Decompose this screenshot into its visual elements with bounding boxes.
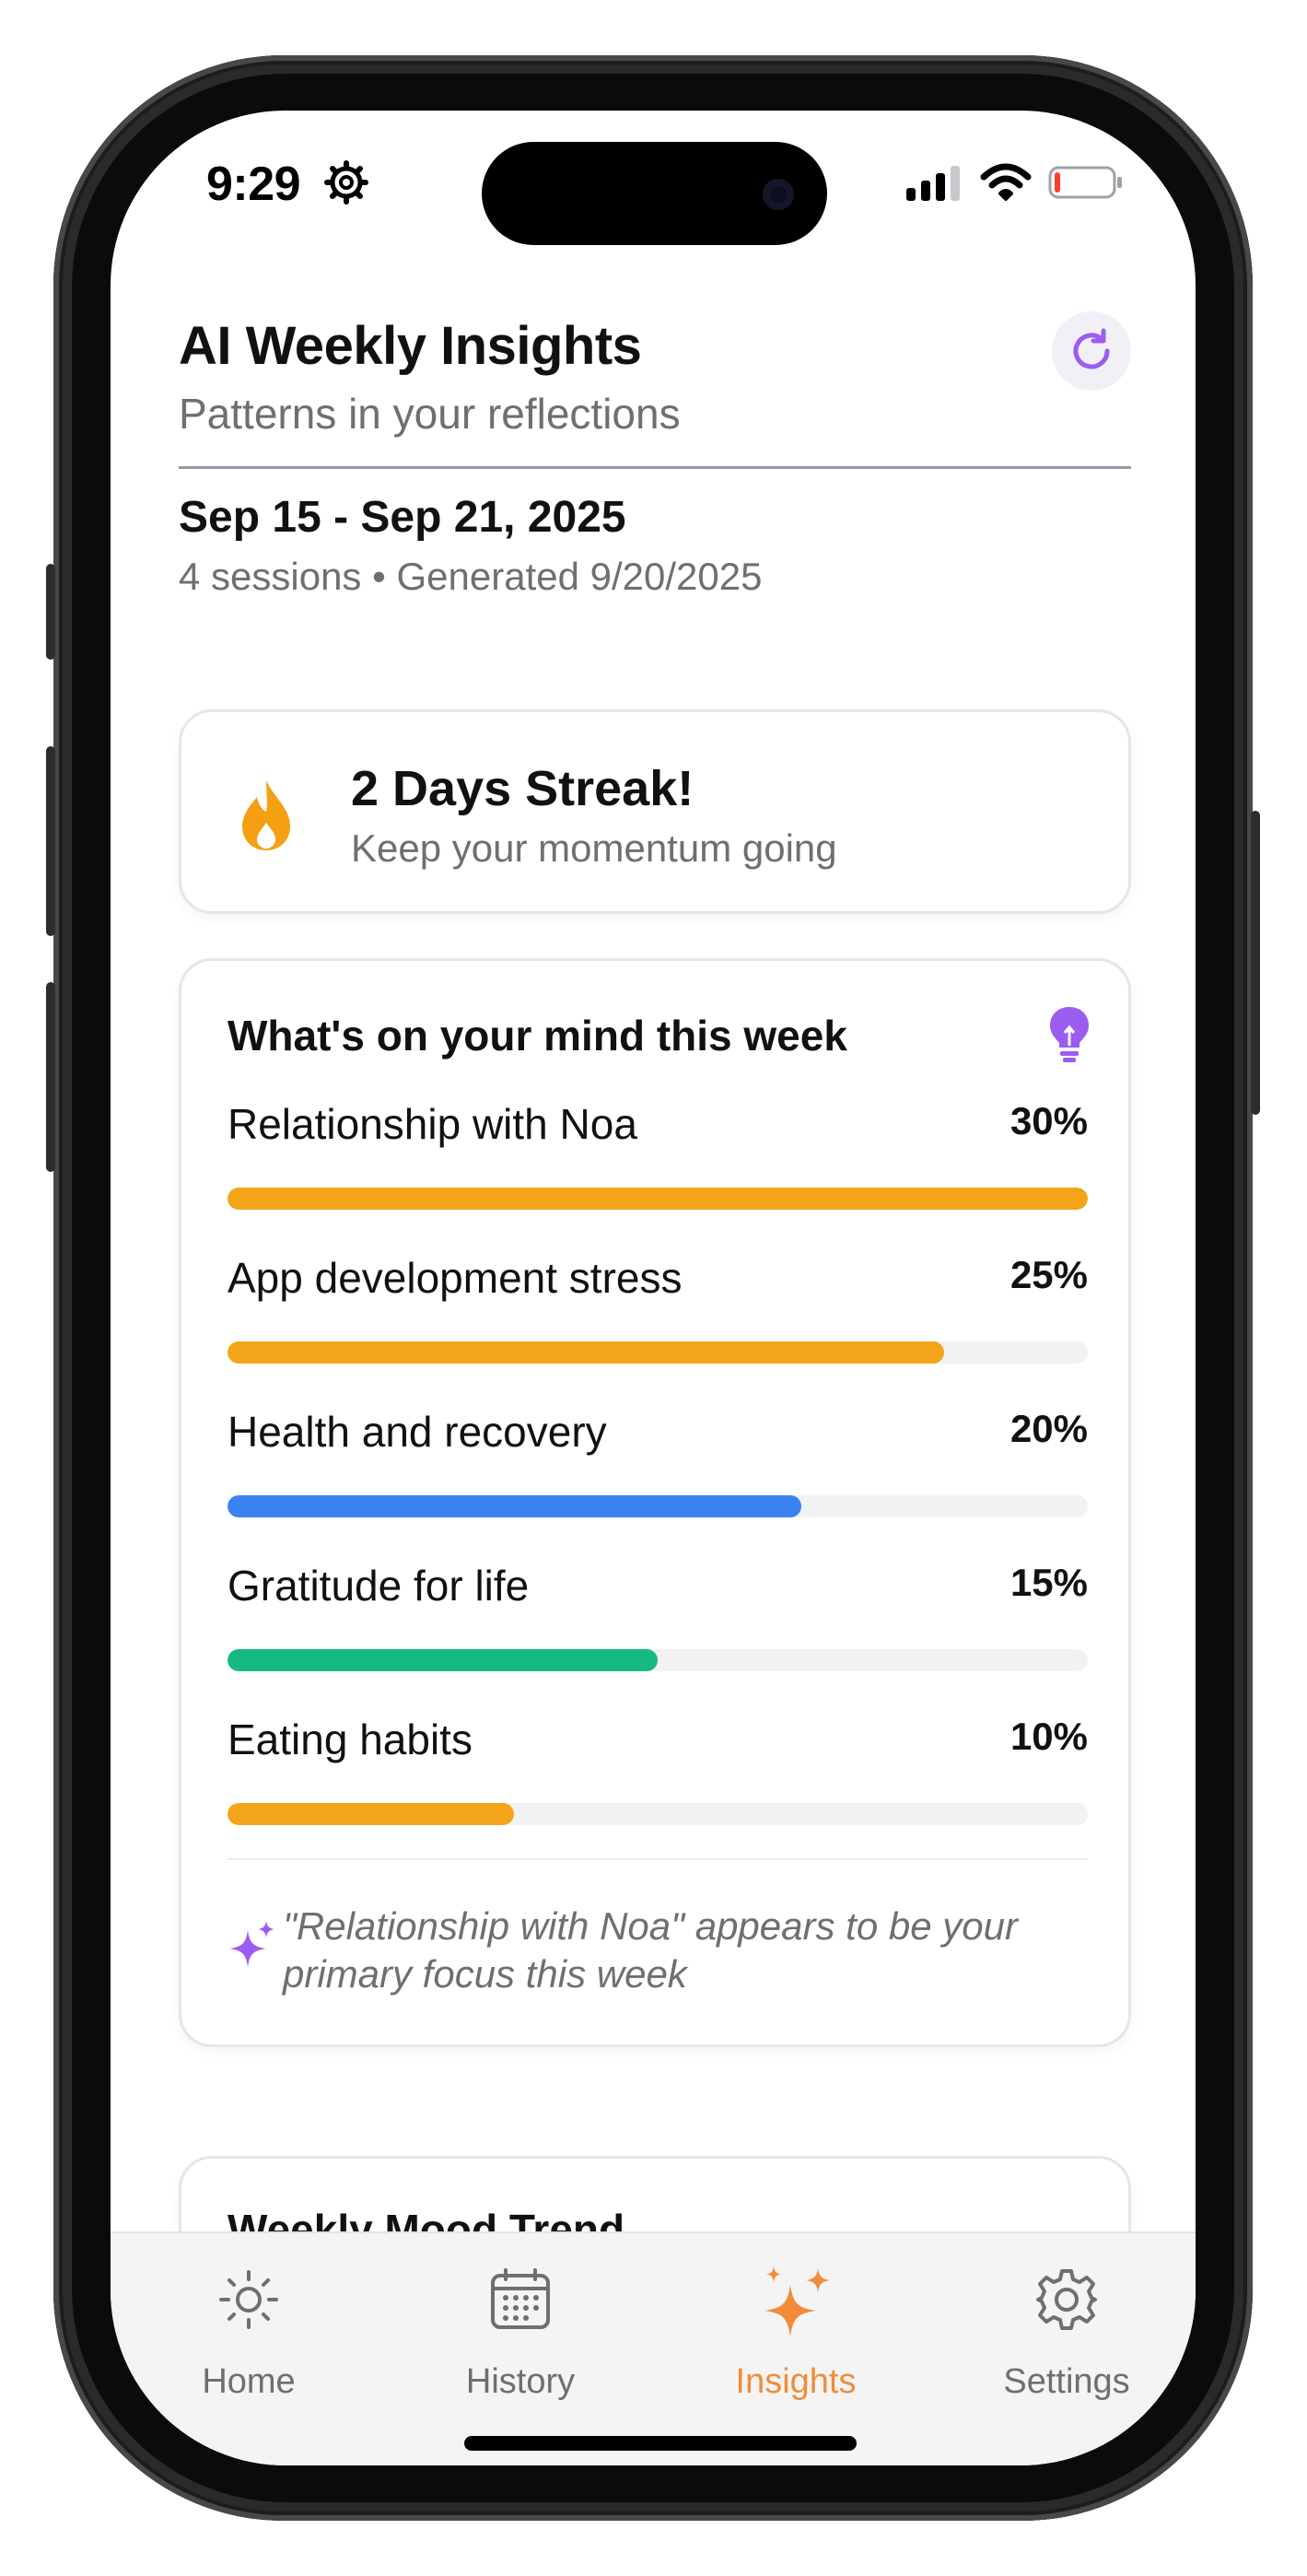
mind-card-title: What's on your mind this week: [228, 1012, 847, 1060]
topic-percent: 10%: [1009, 1715, 1088, 1758]
camera: [763, 179, 794, 210]
gear-icon: [324, 160, 368, 205]
tab-history[interactable]: History: [410, 2266, 631, 2401]
topic-label: App development stress: [228, 1254, 683, 1302]
gear-icon: [1036, 2269, 1097, 2330]
sparkles-icon: [229, 1921, 274, 1967]
lightbulb-icon: [1050, 1007, 1089, 1062]
progress-track: [228, 1341, 1088, 1364]
progress-track: [228, 1188, 1088, 1210]
focus-note: "Relationship with Noa" appears to be yo…: [283, 1904, 1018, 1996]
header-divider: [179, 466, 1131, 469]
flame-icon: [242, 780, 290, 850]
volume-up-button: [46, 746, 55, 936]
tab-bar: Home History Insights Settings: [111, 2231, 1196, 2465]
card-divider: [228, 1858, 1088, 1860]
refresh-icon: [1073, 328, 1110, 369]
topic-row: Gratitude for life 15%: [228, 1561, 1088, 1680]
refresh-button[interactable]: [1052, 311, 1131, 391]
power-button: [1251, 811, 1260, 1115]
tab-label: Settings: [1003, 2362, 1130, 2401]
sessions-meta: 4 sessions • Generated 9/20/2025: [179, 555, 763, 598]
topic-row: App development stress 25%: [228, 1253, 1088, 1373]
topic-label: Relationship with Noa: [228, 1100, 637, 1148]
calendar-icon: [491, 2268, 550, 2329]
topic-row: Relationship with Noa 30%: [228, 1099, 1088, 1219]
page-title: AI Weekly Insights: [179, 316, 642, 376]
page-subtitle: Patterns in your reflections: [179, 390, 681, 438]
streak-title: 2 Days Streak!: [351, 761, 694, 816]
tab-insights[interactable]: Insights: [685, 2266, 906, 2401]
topic-label: Gratitude for life: [228, 1562, 530, 1610]
progress-fill: [228, 1649, 658, 1671]
progress-track: [228, 1495, 1088, 1517]
status-time: 9:29: [206, 158, 301, 211]
progress-track: [228, 1803, 1088, 1825]
topic-label: Eating habits: [228, 1715, 473, 1763]
tab-settings[interactable]: Settings: [956, 2266, 1177, 2401]
topic-row: Health and recovery 20%: [228, 1407, 1088, 1527]
progress-track: [228, 1649, 1088, 1671]
progress-fill: [228, 1188, 1088, 1210]
battery-icon: [1048, 166, 1122, 199]
cellular-signal-icon: [906, 166, 960, 201]
progress-fill: [228, 1803, 515, 1825]
screen: 9:29 AI Weekly Insights Patterns in your…: [111, 111, 1196, 2465]
progress-fill: [228, 1495, 801, 1517]
mind-card: What's on your mind this week Relationsh…: [179, 958, 1131, 2047]
progress-fill: [228, 1341, 945, 1364]
dynamic-island: [482, 142, 827, 245]
topic-percent: 25%: [1009, 1253, 1088, 1296]
wifi-icon: [980, 163, 1032, 201]
date-range: Sep 15 - Sep 21, 2025: [179, 493, 626, 542]
sparkles-icon: [764, 2266, 830, 2336]
topic-label: Health and recovery: [228, 1408, 607, 1456]
streak-subtitle: Keep your momentum going: [351, 826, 837, 870]
tab-label: Home: [202, 2362, 296, 2401]
tab-label: History: [465, 2362, 576, 2401]
topic-percent: 15%: [1009, 1561, 1088, 1604]
streak-card: 2 Days Streak! Keep your momentum going: [179, 709, 1131, 914]
tab-home[interactable]: Home: [138, 2266, 359, 2401]
topic-percent: 30%: [1009, 1099, 1088, 1142]
action-button: [46, 564, 55, 660]
volume-down-button: [46, 982, 55, 1172]
tab-label: Insights: [735, 2362, 857, 2401]
home-indicator[interactable]: [464, 2436, 857, 2451]
topic-row: Eating habits 10%: [228, 1715, 1088, 1834]
topic-percent: 20%: [1009, 1407, 1088, 1450]
sun-icon: [219, 2270, 278, 2329]
